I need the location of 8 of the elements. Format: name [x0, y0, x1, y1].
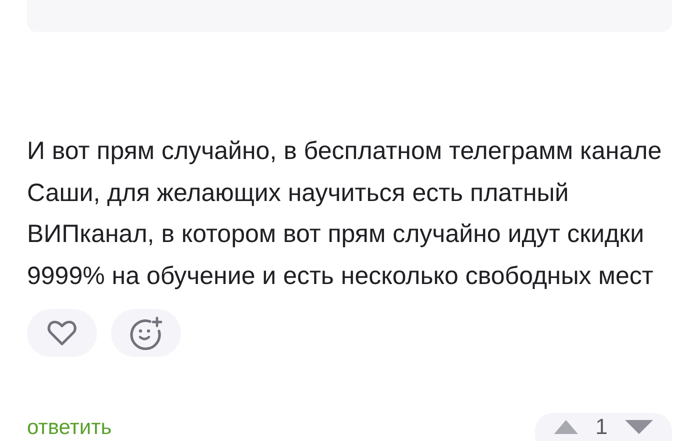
- like-button[interactable]: [27, 309, 97, 357]
- heart-icon: [47, 319, 77, 347]
- comment-text: И вот прям случайно, в бесплатном телеграмм канале Саши, для желающих научиться есть платный ВИПканал, в котором вот прям случайно идут скидки 9999% на обучение и есть несколько свободных мест: [27, 136, 663, 292]
- downvote-icon[interactable]: [624, 419, 654, 435]
- vote-count: 1: [595, 414, 608, 440]
- smiley-plus-icon: [129, 316, 163, 350]
- reply-link[interactable]: ответить: [27, 415, 112, 441]
- add-reaction-button[interactable]: [111, 309, 181, 357]
